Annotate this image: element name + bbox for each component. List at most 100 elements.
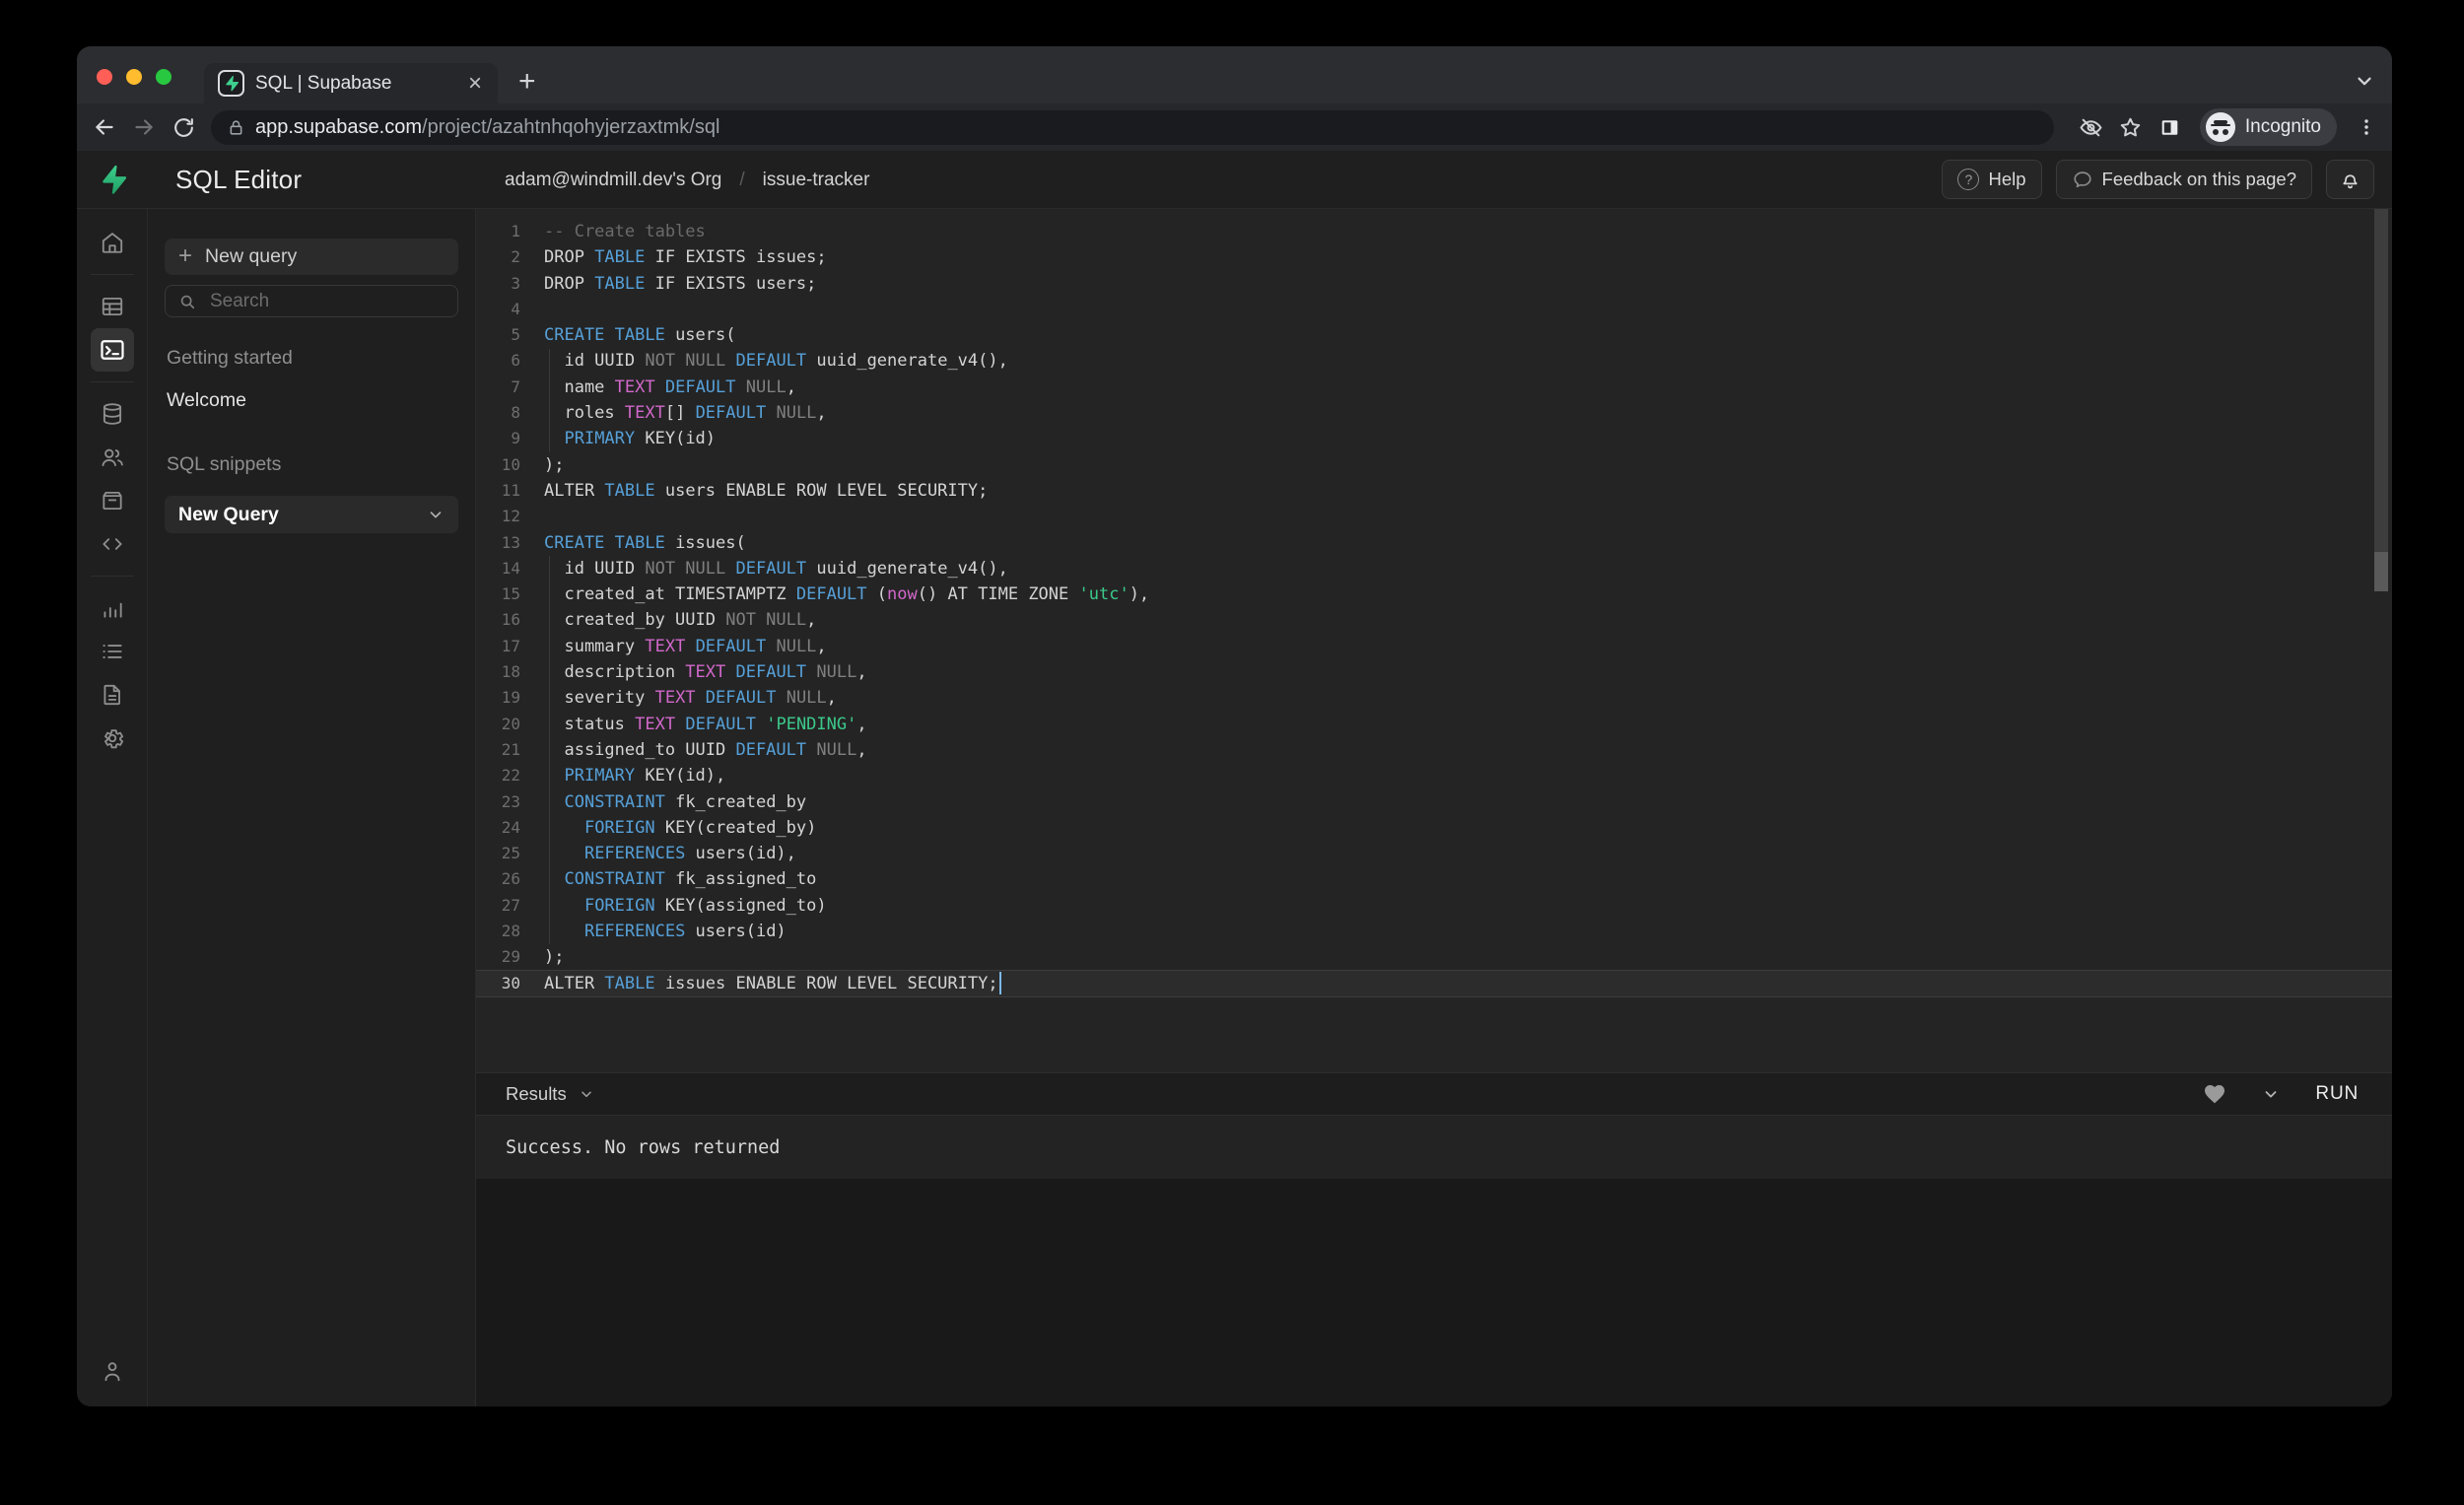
code-line-22[interactable]: 22 PRIMARY KEY(id),	[476, 763, 2392, 788]
code-line-20[interactable]: 20 status TEXT DEFAULT 'PENDING',	[476, 712, 2392, 737]
indent-guide	[549, 556, 550, 945]
code-line-25[interactable]: 25 REFERENCES users(id),	[476, 841, 2392, 866]
browser-tab[interactable]: SQL | Supabase ×	[204, 63, 498, 103]
code-line-27[interactable]: 27 FOREIGN KEY(assigned_to)	[476, 893, 2392, 919]
breadcrumb-org[interactable]: adam@windmill.dev's Org	[505, 170, 721, 191]
docs-icon[interactable]	[91, 673, 134, 717]
supabase-app: SQL Editor adam@windmill.dev's Org / iss…	[77, 151, 2392, 1406]
results-empty-area	[476, 1179, 2392, 1406]
nav-rail	[77, 209, 148, 1406]
reload-icon[interactable]	[164, 107, 203, 147]
rail-divider	[91, 381, 134, 382]
chevron-down-icon[interactable]	[427, 506, 445, 523]
line-number: 10	[476, 452, 520, 478]
line-number: 18	[476, 659, 520, 685]
close-tab-icon[interactable]: ×	[466, 72, 484, 96]
breadcrumb-separator: /	[739, 170, 744, 191]
code-line-13[interactable]: 13CREATE TABLE issues(	[476, 530, 2392, 556]
line-number: 1	[476, 219, 520, 244]
code-line-11[interactable]: 11ALTER TABLE users ENABLE ROW LEVEL SEC…	[476, 478, 2392, 504]
kebab-menu-icon[interactable]	[2347, 107, 2386, 147]
account-icon[interactable]	[91, 1349, 134, 1393]
tab-strip: SQL | Supabase × +	[77, 46, 2392, 103]
rail-divider	[91, 274, 134, 275]
run-options-chevron-icon[interactable]	[2262, 1085, 2280, 1103]
edge-functions-icon[interactable]	[91, 522, 134, 566]
tab-search-chevron-icon[interactable]	[2354, 70, 2375, 92]
code-line-14[interactable]: 14 id UUID NOT NULL DEFAULT uuid_generat…	[476, 556, 2392, 581]
code-line-21[interactable]: 21 assigned_to UUID DEFAULT NULL,	[476, 737, 2392, 763]
code-line-9[interactable]: 9 PRIMARY KEY(id)	[476, 426, 2392, 451]
eye-off-icon[interactable]	[2072, 107, 2111, 147]
line-number: 13	[476, 530, 520, 556]
side-panel-icon[interactable]	[2151, 107, 2190, 147]
code-line-10[interactable]: 10);	[476, 452, 2392, 478]
run-button[interactable]: RUN	[2315, 1083, 2359, 1105]
line-number: 9	[476, 426, 520, 451]
help-icon: ?	[1957, 169, 1979, 190]
code-line-19[interactable]: 19 severity TEXT DEFAULT NULL,	[476, 685, 2392, 711]
logs-icon[interactable]	[91, 630, 134, 673]
browser-window: SQL | Supabase × + app.supabase.com/proj…	[77, 46, 2392, 1406]
code-line-8[interactable]: 8 roles TEXT[] DEFAULT NULL,	[476, 400, 2392, 426]
url-bar[interactable]: app.supabase.com/project/azahtnhqohyjerz…	[211, 110, 2054, 145]
storage-icon[interactable]	[91, 479, 134, 522]
profile-badge[interactable]: Incognito	[2200, 108, 2337, 146]
settings-icon[interactable]	[91, 717, 134, 760]
line-number: 30	[476, 971, 520, 996]
code-line-6[interactable]: 6 id UUID NOT NULL DEFAULT uuid_generate…	[476, 348, 2392, 374]
code-line-29[interactable]: 29);	[476, 944, 2392, 970]
new-query-button[interactable]: + New query	[165, 239, 458, 275]
auth-users-icon[interactable]	[91, 436, 134, 479]
code-line-3[interactable]: 3DROP TABLE IF EXISTS users;	[476, 271, 2392, 297]
code-line-26[interactable]: 26 CONSTRAINT fk_assigned_to	[476, 866, 2392, 892]
notifications-button[interactable]	[2326, 160, 2374, 199]
search-box[interactable]	[165, 285, 458, 317]
code-line-1[interactable]: 1-- Create tables	[476, 219, 2392, 244]
results-dropdown[interactable]: Results	[506, 1083, 594, 1105]
close-window-button[interactable]	[97, 69, 112, 85]
code-line-23[interactable]: 23 CONSTRAINT fk_created_by	[476, 789, 2392, 815]
code-line-16[interactable]: 16 created_by UUID NOT NULL,	[476, 607, 2392, 633]
breadcrumb-project[interactable]: issue-tracker	[763, 170, 870, 191]
home-icon[interactable]	[91, 221, 134, 264]
code-line-4[interactable]: 4	[476, 297, 2392, 322]
table-editor-icon[interactable]	[91, 285, 134, 328]
reports-icon[interactable]	[91, 586, 134, 630]
new-tab-icon[interactable]: +	[518, 67, 536, 97]
section-label-sql-snippets: SQL snippets	[167, 453, 458, 476]
line-number: 20	[476, 712, 520, 737]
database-icon[interactable]	[91, 392, 134, 436]
code-line-15[interactable]: 15 created_at TIMESTAMPTZ DEFAULT (now()…	[476, 581, 2392, 607]
back-icon[interactable]	[85, 107, 124, 147]
code-line-17[interactable]: 17 summary TEXT DEFAULT NULL,	[476, 634, 2392, 659]
line-number: 16	[476, 607, 520, 633]
search-input[interactable]	[208, 290, 445, 313]
rail-divider	[91, 576, 134, 577]
line-number: 27	[476, 893, 520, 919]
sidebar-item-new-query[interactable]: New Query	[165, 496, 458, 533]
code-line-24[interactable]: 24 FOREIGN KEY(created_by)	[476, 815, 2392, 841]
line-number: 5	[476, 322, 520, 348]
sql-editor-icon[interactable]	[91, 328, 134, 372]
code-line-5[interactable]: 5CREATE TABLE users(	[476, 322, 2392, 348]
supabase-logo[interactable]	[77, 164, 148, 195]
code-line-18[interactable]: 18 description TEXT DEFAULT NULL,	[476, 659, 2392, 685]
zoom-window-button[interactable]	[156, 69, 171, 85]
code-line-7[interactable]: 7 name TEXT DEFAULT NULL,	[476, 375, 2392, 400]
minimize-window-button[interactable]	[126, 69, 142, 85]
help-button[interactable]: ? Help	[1942, 160, 2041, 199]
sidebar-item-welcome[interactable]: Welcome	[167, 389, 458, 412]
page-title: SQL Editor	[175, 165, 302, 195]
forward-icon[interactable]	[124, 107, 164, 147]
code-line-2[interactable]: 2DROP TABLE IF EXISTS issues;	[476, 244, 2392, 270]
feedback-button[interactable]: Feedback on this page?	[2056, 160, 2312, 199]
sql-code-editor[interactable]: 1-- Create tables2DROP TABLE IF EXISTS i…	[476, 209, 2392, 1072]
code-line-28[interactable]: 28 REFERENCES users(id)	[476, 919, 2392, 944]
favorite-heart-icon[interactable]	[2203, 1082, 2226, 1106]
star-icon[interactable]	[2111, 107, 2151, 147]
feedback-bubble-icon	[2072, 169, 2093, 190]
code-line-30[interactable]: 30ALTER TABLE issues ENABLE ROW LEVEL SE…	[476, 971, 2392, 996]
code-line-12[interactable]: 12	[476, 504, 2392, 529]
incognito-label: Incognito	[2245, 116, 2321, 138]
